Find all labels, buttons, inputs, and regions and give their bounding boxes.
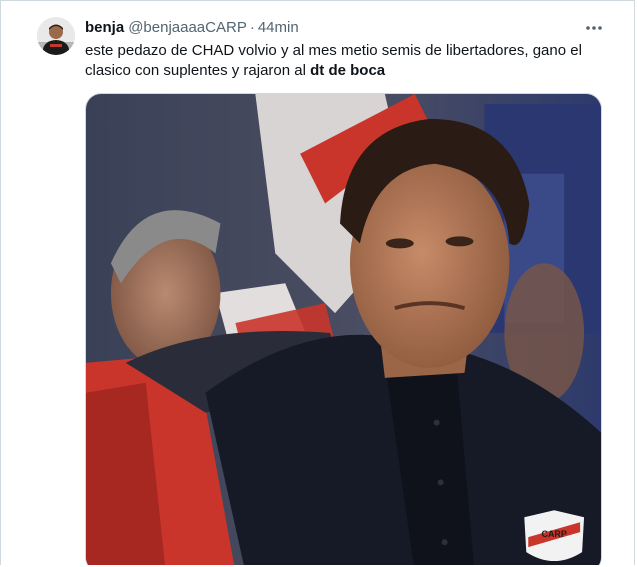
tweet-time[interactable]: 44min [258, 19, 299, 36]
user-handle[interactable]: @benjaaaaCARP [128, 19, 247, 36]
display-name[interactable]: benja [85, 19, 124, 36]
tweet-media[interactable]: CARP [85, 93, 602, 565]
separator-dot: · [249, 18, 255, 36]
avatar-image [37, 17, 75, 55]
more-horizontal-icon[interactable] [584, 21, 604, 33]
avatar[interactable] [37, 17, 75, 55]
tweet-header: benja @benjaaaaCARP · 44min [85, 17, 299, 37]
tweet-text-bold: dt de boca [310, 62, 386, 79]
media-photo: CARP [86, 94, 601, 565]
tweet-text: este pedazo de CHAD volvio y al mes meti… [85, 41, 605, 81]
tweet-card[interactable]: benja @benjaaaaCARP · 44min este pedazo … [0, 0, 635, 565]
badge-text: CARP [541, 529, 566, 539]
